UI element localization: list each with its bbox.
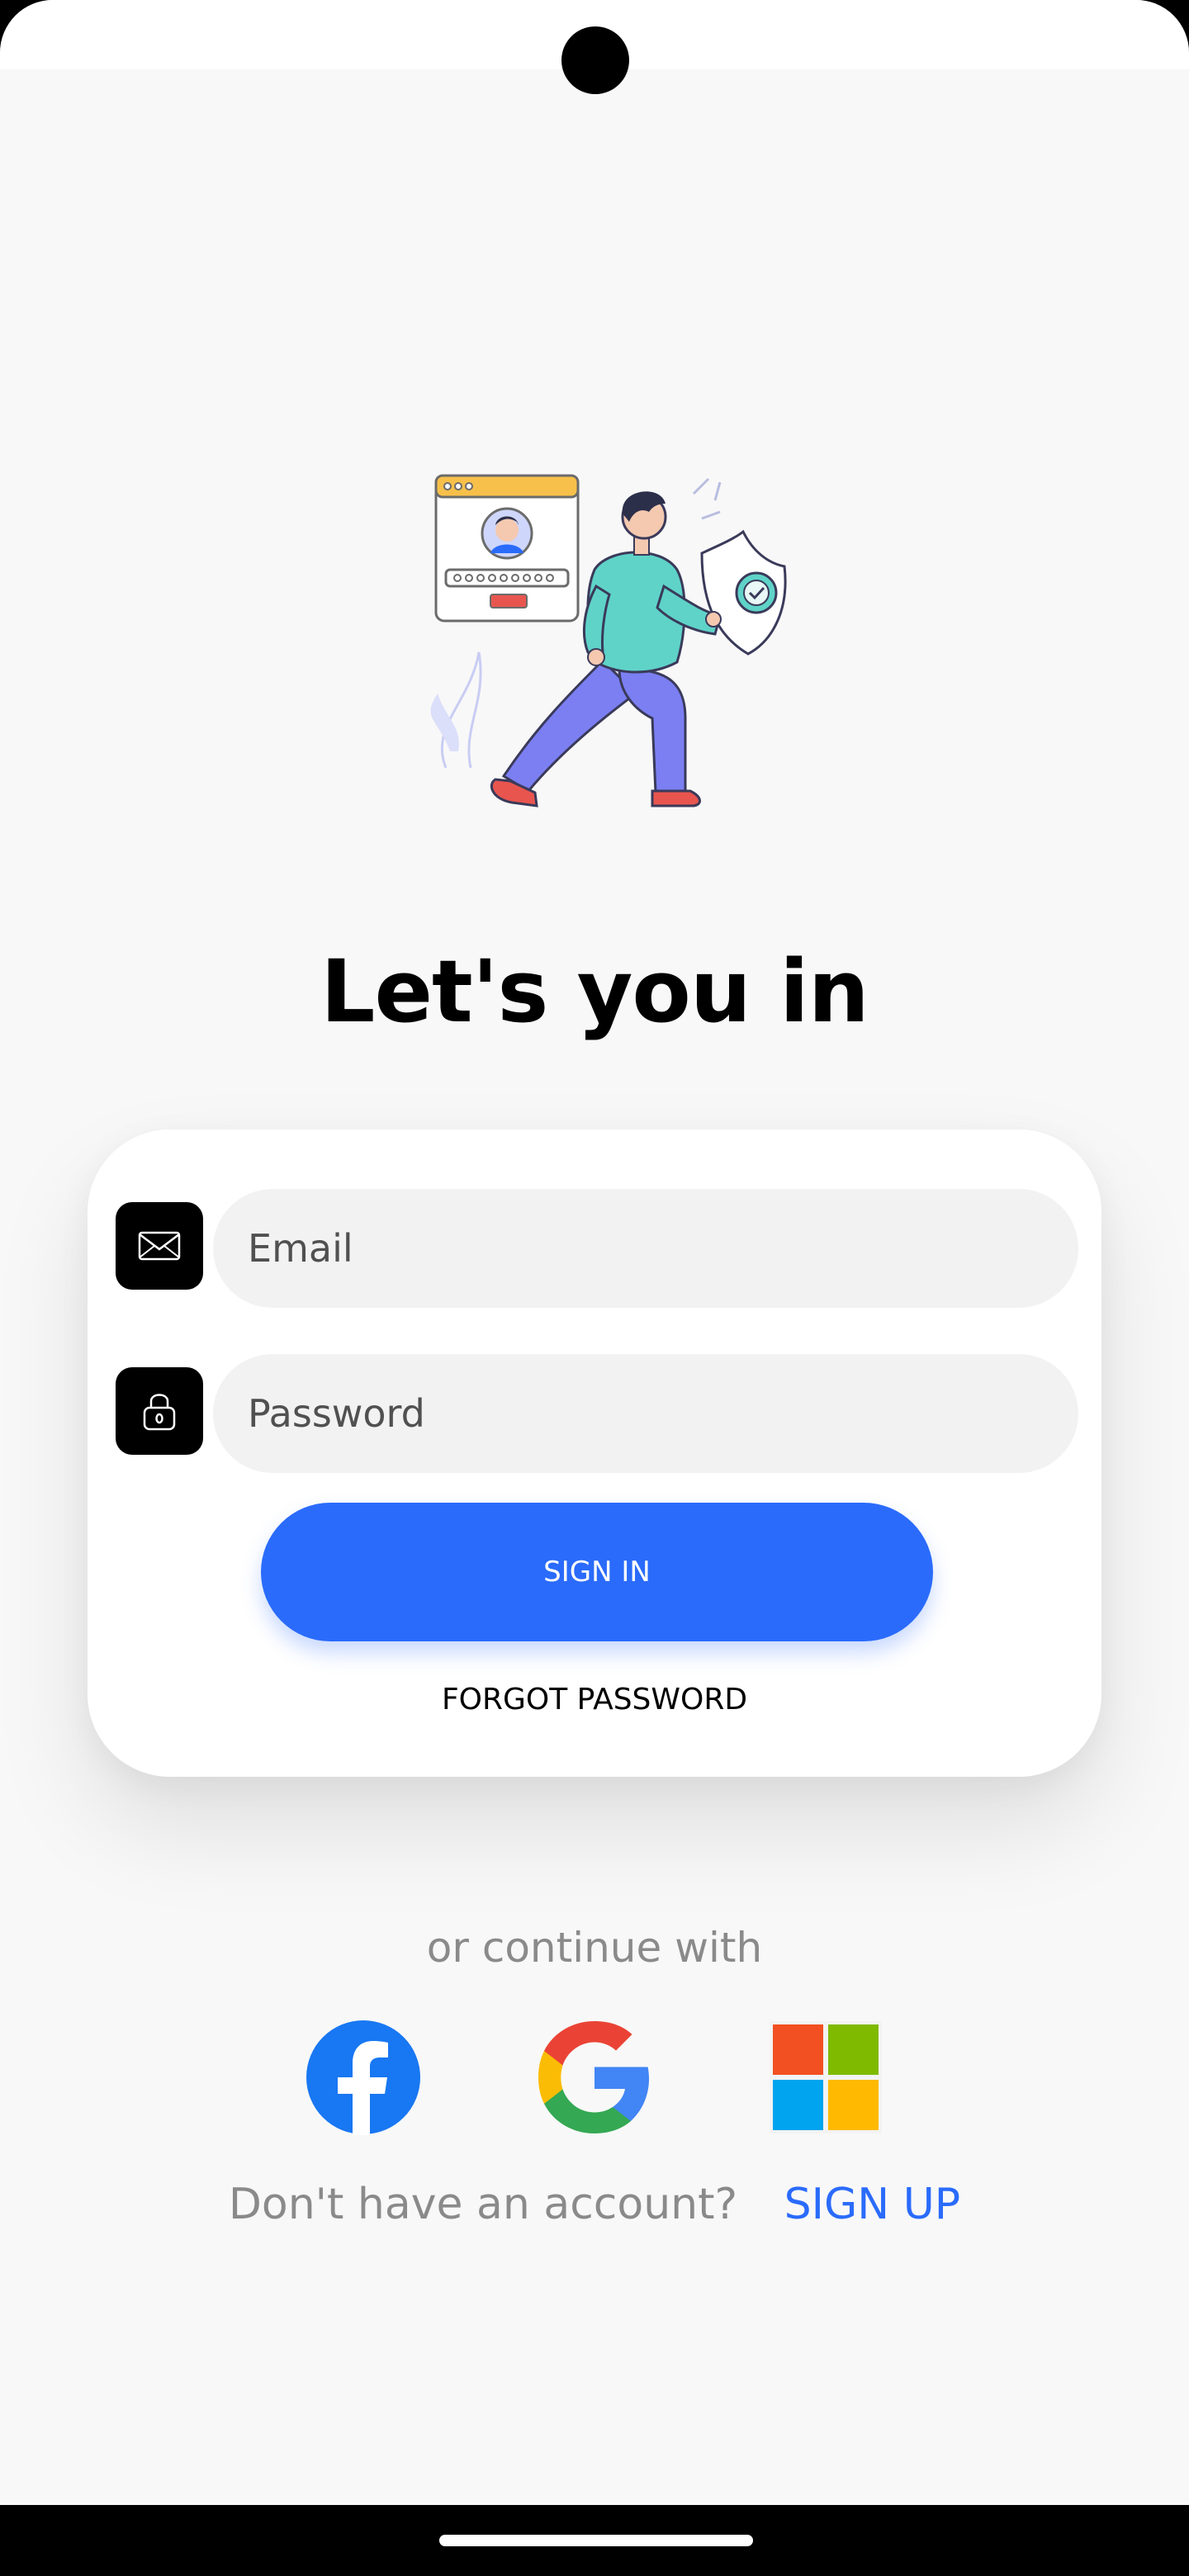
mail-icon: [116, 1202, 203, 1290]
google-icon[interactable]: [537, 2020, 652, 2135]
microsoft-icon[interactable]: [768, 2020, 883, 2135]
signup-question: Don't have an account?: [228, 2180, 738, 2229]
password-field[interactable]: Password: [213, 1354, 1078, 1473]
page-title: Let's you in: [320, 941, 869, 1042]
sign-in-button[interactable]: SIGN IN: [261, 1503, 933, 1641]
front-camera: [561, 26, 629, 94]
login-screen: Let's you in Email Password SIGN IN FORG…: [0, 0, 1189, 2505]
email-row: Email: [116, 1189, 1078, 1308]
facebook-icon[interactable]: [306, 2020, 421, 2135]
sign-up-link[interactable]: SIGN UP: [784, 2180, 960, 2229]
password-row: Password: [116, 1354, 1078, 1473]
signup-row: Don't have an account? SIGN UP: [0, 2180, 1189, 2229]
home-indicator[interactable]: [439, 2535, 753, 2546]
forgot-password-link[interactable]: FORGOT PASSWORD: [88, 1683, 1101, 1717]
lock-icon: [116, 1367, 203, 1455]
login-card: Email Password SIGN IN FORGOT PASSWORD: [88, 1129, 1101, 1777]
continue-with-label: or continue with: [426, 1924, 763, 1972]
email-field[interactable]: Email: [213, 1189, 1078, 1308]
security-illustration: [430, 474, 787, 807]
